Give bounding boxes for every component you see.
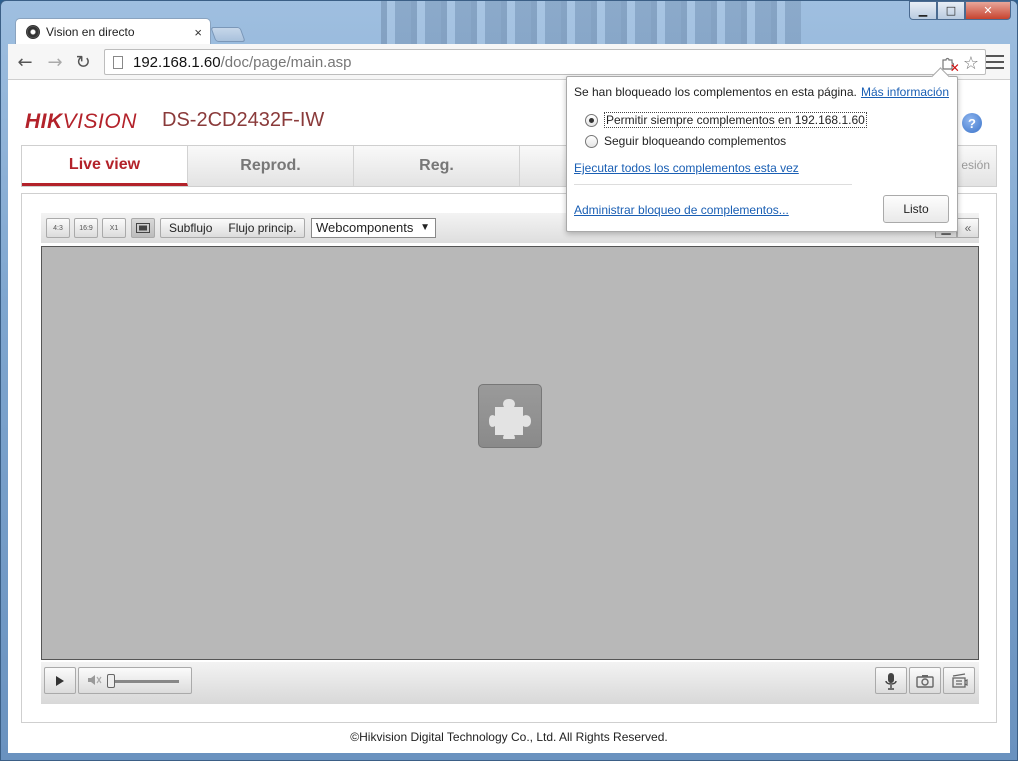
- keep-blocking-option[interactable]: Seguir bloqueando complementos: [585, 134, 786, 148]
- volume-control: [78, 667, 192, 694]
- new-tab-button[interactable]: [210, 27, 246, 42]
- plugin-select[interactable]: Webcomponents ▼: [311, 218, 436, 238]
- close-window-button[interactable]: ✕: [965, 1, 1011, 20]
- run-all-plugins-link[interactable]: Ejecutar todos los complementos esta vez: [574, 161, 799, 175]
- volume-track[interactable]: [109, 680, 179, 683]
- chrome-menu-icon[interactable]: [986, 52, 1004, 72]
- more-info-link[interactable]: Más información: [861, 85, 949, 99]
- copyright-footer: ©Hikvision Digital Technology Co., Ltd. …: [350, 730, 668, 744]
- done-button[interactable]: Listo: [883, 195, 949, 223]
- fit-window-icon: [136, 223, 150, 233]
- address-bar[interactable]: 192.168.1.60/doc/page/main.asp ✕ ☆: [104, 49, 986, 75]
- video-area[interactable]: [41, 246, 979, 660]
- aspect-4-3-button[interactable]: 4:3: [46, 218, 70, 238]
- microphone-icon: [885, 672, 897, 690]
- play-icon: [56, 675, 64, 686]
- maximize-button[interactable]: □: [937, 1, 965, 20]
- play-button[interactable]: [44, 667, 76, 694]
- radio-selected-icon[interactable]: [585, 113, 598, 127]
- chevron-down-icon: ▼: [420, 222, 430, 233]
- nav-playback[interactable]: Reprod.: [188, 146, 354, 186]
- fit-window-button[interactable]: [131, 218, 155, 238]
- favicon-icon: [26, 25, 40, 39]
- back-button[interactable]: ←: [14, 51, 36, 73]
- puzzle-icon[interactable]: [478, 384, 542, 448]
- help-icon[interactable]: ?: [962, 113, 982, 133]
- collapse-button[interactable]: «: [957, 218, 979, 238]
- minimize-button[interactable]: ▁: [909, 1, 937, 20]
- tab-close-button[interactable]: ×: [194, 25, 202, 40]
- nav-logout-partial[interactable]: esión: [961, 158, 990, 172]
- url-host: 192.168.1.60: [133, 53, 221, 71]
- camera-icon: [916, 674, 934, 688]
- live-view-panel: 4:3 16:9 X1 Subflujo Flujo princip. Webc…: [21, 193, 997, 723]
- plugin-blocked-popup: Se han bloqueado los complementos en est…: [566, 76, 958, 232]
- substream-tab[interactable]: Subflujo: [161, 219, 220, 237]
- window-controls: ▁ □ ✕: [909, 1, 1011, 21]
- record-icon: [952, 672, 968, 688]
- url-path: /doc/page/main.asp: [220, 53, 352, 71]
- manage-plugin-blocking-link[interactable]: Administrar bloqueo de complementos...: [574, 203, 789, 217]
- browser-tab[interactable]: Vision en directo ×: [15, 18, 211, 45]
- talk-button[interactable]: [875, 667, 907, 694]
- tab-title: Vision en directo: [46, 25, 135, 39]
- keep-blocking-label: Seguir bloqueando complementos: [604, 134, 787, 148]
- speaker-icon[interactable]: [87, 673, 103, 690]
- nav-live-view[interactable]: Live view: [22, 146, 188, 186]
- stream-selector: Subflujo Flujo princip.: [160, 218, 306, 238]
- original-size-button[interactable]: X1: [102, 218, 126, 238]
- allow-plugins-label: Permitir siempre complementos en 192.168…: [604, 112, 867, 128]
- browser-toolbar: ← → ↻ 192.168.1.60/doc/page/main.asp ✕ ☆: [8, 44, 1010, 80]
- aspect-16-9-button[interactable]: 16:9: [74, 218, 98, 238]
- page-icon: [113, 55, 123, 69]
- popup-message: Se han bloqueado los complementos en est…: [574, 85, 857, 99]
- popup-divider: [574, 184, 852, 185]
- record-button[interactable]: [943, 667, 975, 694]
- star-icon[interactable]: ☆: [963, 53, 979, 74]
- address-bar-actions: ✕ ☆: [941, 53, 979, 75]
- radio-unselected-icon[interactable]: [585, 134, 598, 148]
- forward-button[interactable]: →: [44, 51, 66, 73]
- capture-button[interactable]: [909, 667, 941, 694]
- hikvision-logo: HIKVISION: [25, 110, 137, 133]
- mainstream-tab[interactable]: Flujo princip.: [220, 219, 304, 237]
- volume-slider-handle[interactable]: [107, 674, 115, 688]
- window-background-decoration: [381, 1, 801, 49]
- playback-controls: [41, 662, 979, 704]
- nav-log[interactable]: Reg.: [354, 146, 520, 186]
- reload-button[interactable]: ↻: [72, 51, 94, 73]
- allow-plugins-option[interactable]: Permitir siempre complementos en 192.168…: [585, 112, 867, 128]
- device-model: DS-2CD2432F-IW: [162, 109, 325, 131]
